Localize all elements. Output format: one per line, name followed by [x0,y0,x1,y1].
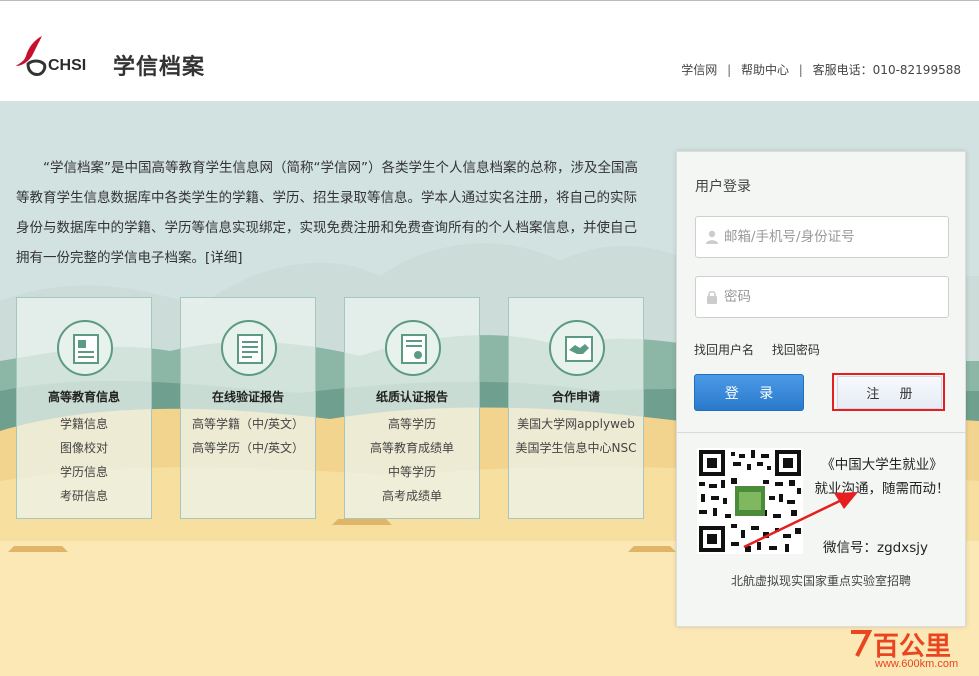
username-field[interactable] [695,216,949,258]
password-field[interactable] [695,276,949,318]
watermark: 百公里 www.600km.com [847,626,971,672]
header: CHSI 学信档案 学信网 | 帮助中心 | 客服电话：010-82199588 [0,0,979,101]
document-icon [237,334,263,364]
card-title[interactable]: 合作申请 [509,388,643,405]
find-password-link[interactable]: 找回密码 [772,343,820,357]
xuexin-link[interactable]: 学信网 [681,63,717,77]
hero-section: “学信档案”是中国高等教育学生信息网（简称“学信网”）各类学生个人信息档案的总称… [0,101,979,676]
card-item[interactable]: 图像校对 [17,436,151,460]
certificate-icon [401,334,427,364]
card-icon-circle[interactable] [221,320,277,376]
logo-text: CHSI [48,57,87,74]
card-icon-circle[interactable] [549,320,605,376]
chsi-logo-icon[interactable] [14,31,50,81]
watermark-url: www.600km.com [875,658,959,670]
divider [677,432,965,433]
annotation-arrow-icon [743,492,858,549]
card-item[interactable]: 美国大学网applyweb [509,412,643,436]
card-title[interactable]: 高等教育信息 [17,388,151,405]
card-paper-certification: 纸质认证报告 高等学历 高等教育成绩单 中等学历 高考成绩单 [344,297,480,519]
card-cooperation: 合作申请 美国大学网applyweb 美国学生信息中心NSC [508,297,644,519]
recruitment-link[interactable]: 北航虚拟现实国家重点实验室招聘 [677,572,965,589]
card-item[interactable]: 高等学历（中/英文） [181,436,315,460]
card-item[interactable]: 考研信息 [17,484,151,508]
card-item[interactable]: 中等学历 [345,460,479,484]
card-item[interactable]: 高等学籍（中/英文） [181,412,315,436]
card-item[interactable]: 高等学历 [345,412,479,436]
card-title[interactable]: 纸质认证报告 [345,388,479,405]
card-item[interactable]: 高考成绩单 [345,484,479,508]
intro-paragraph: “学信档案”是中国高等教育学生信息网（简称“学信网”）各类学生个人信息档案的总称… [16,160,638,266]
register-button[interactable]: 注 册 [837,376,942,409]
card-items: 高等学历 高等教育成绩单 中等学历 高考成绩单 [345,412,479,508]
more-details-link[interactable]: [详细] [205,250,243,266]
login-title: 用户登录 [695,179,751,195]
find-username-link[interactable]: 找回用户名 [694,343,754,357]
help-center-link[interactable]: 帮助中心 [741,63,789,77]
separator: | [798,63,803,77]
card-higher-education-info: 高等教育信息 学籍信息 图像校对 学历信息 考研信息 [16,297,152,519]
separator: | [727,63,732,77]
card-items: 学籍信息 图像校对 学历信息 考研信息 [17,412,151,508]
login-button[interactable]: 登 录 [694,374,804,411]
password-input[interactable] [724,287,939,307]
intro-text: “学信档案”是中国高等教育学生信息网（简称“学信网”）各类学生个人信息档案的总称… [16,153,648,273]
card-items: 美国大学网applyweb 美国学生信息中心NSC [509,412,643,460]
card-icon-circle[interactable] [385,320,441,376]
lock-icon [707,290,717,304]
handshake-icon [565,336,593,362]
card-online-verification: 在线验证报告 高等学籍（中/英文） 高等学历（中/英文） [180,297,316,519]
top-links: 学信网 | 帮助中心 | 客服电话：010-82199588 [681,61,961,78]
card-item[interactable]: 学籍信息 [17,412,151,436]
card-title[interactable]: 在线验证报告 [181,388,315,405]
card-item[interactable]: 美国学生信息中心NSC [509,436,643,460]
hotline-text: 客服电话：010-82199588 [812,63,961,77]
user-icon [706,230,718,244]
card-icon-circle[interactable] [57,320,113,376]
watermark-logo-icon [851,630,873,657]
qr-title[interactable]: 《中国大学生就业》 [807,453,957,473]
card-items: 高等学籍（中/英文） 高等学历（中/英文） [181,412,315,460]
card-item[interactable]: 高等教育成绩单 [345,436,479,460]
recovery-links: 找回用户名 找回密码 [694,341,834,358]
card-item[interactable]: 学历信息 [17,460,151,484]
username-input[interactable] [724,227,939,247]
site-name: 学信档案 [113,55,206,80]
id-card-icon [73,334,99,364]
